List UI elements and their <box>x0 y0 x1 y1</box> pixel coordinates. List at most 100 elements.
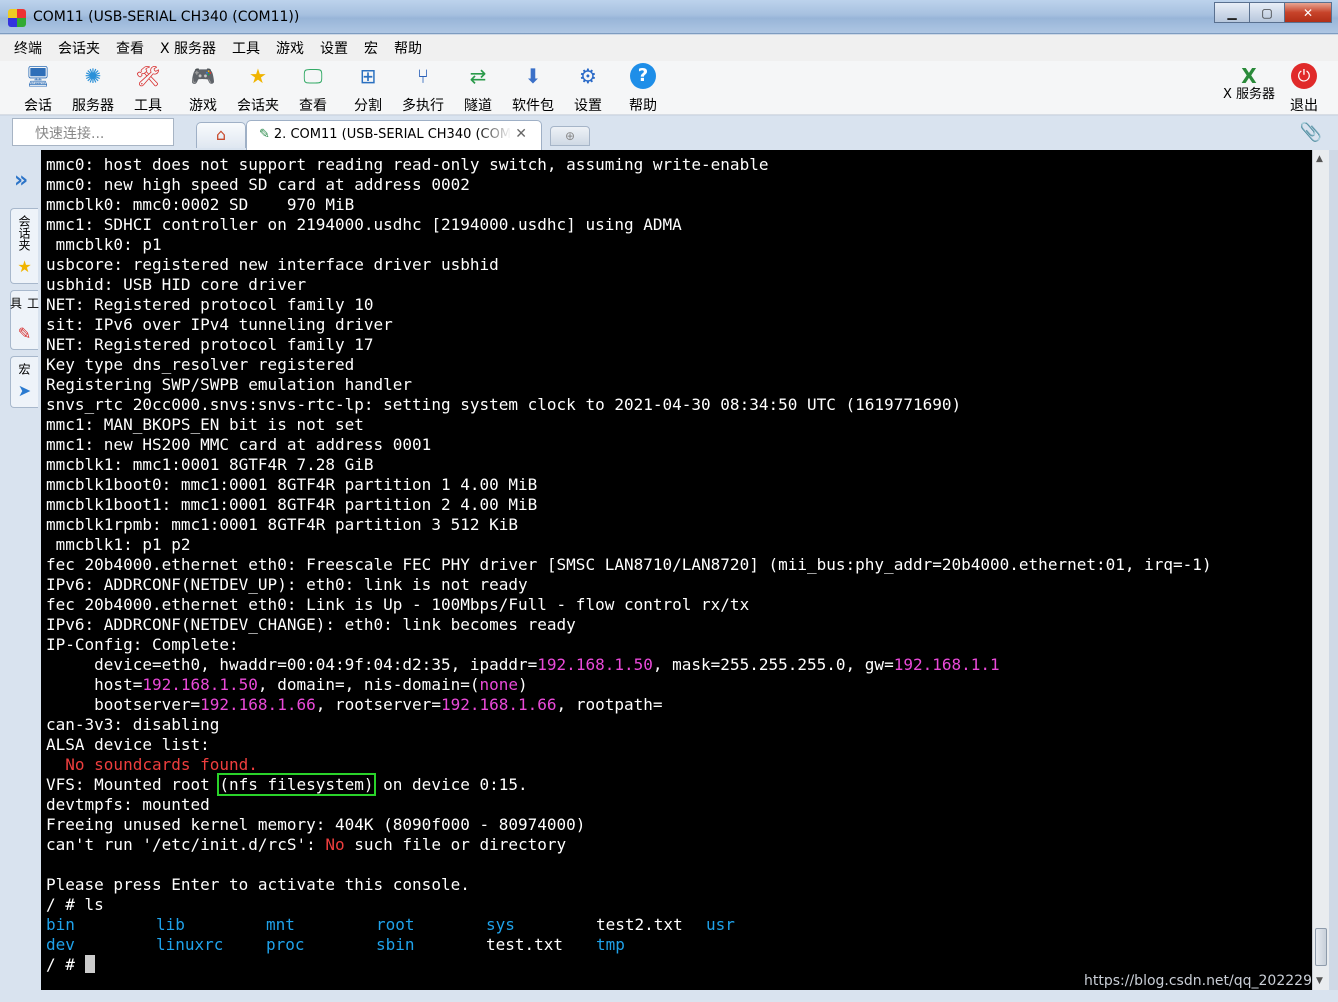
expand-sidebar-icon[interactable]: » <box>14 168 28 193</box>
terminal-line: mmcblk1: p1 p2 <box>46 535 191 554</box>
tools-button[interactable]: 🛠 工具 <box>121 63 175 115</box>
vfs-mount-line: VFS: Mounted root (nfs filesystem) on de… <box>46 773 528 796</box>
terminal-scrollbar[interactable]: ▲ ▼ <box>1312 150 1329 990</box>
menu-games[interactable]: 游戏 <box>276 38 304 58</box>
terminal-line: ALSA device list: <box>46 735 210 754</box>
home-icon: ⌂ <box>215 125 227 144</box>
sidebar-tab-macros[interactable]: 宏 ➤ <box>10 356 38 408</box>
ipconfig-line-2: host=192.168.1.50, domain=, nis-domain=(… <box>46 675 528 694</box>
servers-button[interactable]: ✺ 服务器 <box>66 63 120 115</box>
terminal-line: devtmpfs: mounted <box>46 795 210 814</box>
minimize-button[interactable]: ▁ <box>1214 2 1250 23</box>
menu-view[interactable]: 查看 <box>116 38 144 58</box>
split-icon: ⊞ <box>359 64 377 88</box>
tab-label: 2. COM11 (USB-SERIAL CH340 (COM <box>273 127 512 142</box>
terminal-line: IP-Config: Complete: <box>46 635 239 654</box>
terminal-line: Freeing unused kernel memory: 404K (8090… <box>46 815 586 834</box>
ls-directory-entry: tmp <box>596 935 625 954</box>
ls-directory-entry: dev <box>46 935 75 954</box>
menu-terminal[interactable]: 终端 <box>14 38 42 58</box>
send-icon: ➤ <box>17 381 32 400</box>
view-icon: 🖵 <box>303 64 323 88</box>
terminal-line: mmcblk1: mmc1:0001 8GTF4R 7.28 GiB <box>46 455 374 474</box>
terminal-line: Registering SWP/SWPB emulation handler <box>46 375 413 394</box>
tab-strip: 快速连接... ⌂ ✎ 2. COM11 (USB-SERIAL CH340 (C… <box>0 116 1338 150</box>
menu-settings[interactable]: 设置 <box>320 38 348 58</box>
packages-button[interactable]: ⬇ 软件包 <box>506 63 560 115</box>
rcs-error-line: can't run '/etc/init.d/rcS': No such fil… <box>46 835 567 854</box>
toolbar: 🖥 会话 ✺ 服务器 🛠 工具 🎮 游戏 ★ 会话夹 🖵 查看 ⊞ 分割 ⑂ 多… <box>0 61 1338 115</box>
gear-icon: ⚙ <box>579 64 597 88</box>
terminal-line: mmc1: new HS200 MMC card at address 0001 <box>46 435 432 454</box>
tools-icon: ✎ <box>17 324 32 343</box>
session-button[interactable]: 🖥 会话 <box>11 63 65 115</box>
ls-output-row: bin lib mnt root sys test2.txt usr <box>46 915 1312 935</box>
terminal-line: mmc0: host does not support reading read… <box>46 155 769 174</box>
ls-directory-entry: sys <box>486 915 515 934</box>
menu-macros[interactable]: 宏 <box>364 38 378 58</box>
menu-xserver[interactable]: X 服务器 <box>160 38 216 58</box>
settings-button[interactable]: ⚙ 设置 <box>561 63 615 115</box>
mobaxterm-app-icon[interactable] <box>8 9 26 27</box>
ls-output-row: dev linuxrc proc sbin test.txt tmp <box>46 935 1312 955</box>
view-button[interactable]: 🖵 查看 <box>286 63 340 115</box>
terminal-line: NET: Registered protocol family 17 <box>46 335 374 354</box>
terminal-line: mmcblk1boot0: mmc1:0001 8GTF4R partition… <box>46 475 538 494</box>
status-strip <box>0 990 1338 1002</box>
title-bar: COM11 (USB-SERIAL CH340 (COM11)) ▁ ▢ ✕ <box>0 0 1338 34</box>
activate-console-line: Please press Enter to activate this cons… <box>46 875 470 894</box>
sidebar-tab-tools[interactable]: 工具 ✎ <box>9 290 40 350</box>
terminal-line: mmcblk1rpmb: mmc1:0001 8GTF4R partition … <box>46 515 519 534</box>
close-window-button[interactable]: ✕ <box>1284 2 1332 23</box>
help-button[interactable]: ? 帮助 <box>616 63 670 115</box>
terminal-line: sit: IPv6 over IPv4 tunneling driver <box>46 315 393 334</box>
sidebar-tab-sessions[interactable]: 会话夹 ★ <box>10 208 38 284</box>
sessions-folder-button[interactable]: ★ 会话夹 <box>231 63 285 115</box>
terminal-line: mmcblk0: mmc0:0002 SD 970 MiB <box>46 195 355 214</box>
terminal-line: usbhid: USB HID core driver <box>46 275 307 294</box>
servers-icon: ✺ <box>84 64 102 88</box>
scrollbar-thumb[interactable] <box>1315 928 1327 966</box>
window-title: COM11 (USB-SERIAL CH340 (COM11)) <box>33 9 300 25</box>
plus-icon: ⊕ <box>564 129 576 143</box>
quick-connect-input[interactable]: 快速连接... <box>12 118 174 146</box>
fork-icon: ⑂ <box>417 64 429 88</box>
help-icon: ? <box>630 63 656 89</box>
menu-tools[interactable]: 工具 <box>232 38 260 58</box>
ls-directory-entry: proc <box>266 935 305 954</box>
package-download-icon: ⬇ <box>524 64 542 88</box>
home-tab[interactable]: ⌂ <box>196 122 246 148</box>
maximize-button[interactable]: ▢ <box>1249 2 1285 23</box>
multiexec-button[interactable]: ⑂ 多执行 <box>396 63 450 115</box>
terminal-line: mmc1: SDHCI controller on 2194000.usdhc … <box>46 215 682 234</box>
terminal-line: mmcblk0: p1 <box>46 235 162 254</box>
ls-directory-entry: mnt <box>266 915 295 934</box>
split-button[interactable]: ⊞ 分割 <box>341 63 395 115</box>
scroll-up-arrow-icon[interactable]: ▲ <box>1316 154 1323 164</box>
star-icon: ★ <box>17 257 32 276</box>
scroll-down-arrow-icon[interactable]: ▼ <box>1316 976 1323 986</box>
terminal-output[interactable]: mmc0: host does not support reading read… <box>41 150 1312 990</box>
games-button[interactable]: 🎮 游戏 <box>176 63 230 115</box>
star-icon: ★ <box>249 64 267 88</box>
xserver-button[interactable]: X X 服务器 <box>1222 63 1276 101</box>
exit-button[interactable]: ⏻ 退出 <box>1277 63 1331 115</box>
shell-prompt-line: / # <box>46 955 1312 975</box>
terminal-line: snvs_rtc 20cc000.snvs:snvs-rtc-lp: setti… <box>46 395 962 414</box>
ipconfig-line-1: device=eth0, hwaddr=00:04:9f:04:d2:35, i… <box>46 655 1000 674</box>
no-soundcards-line: No soundcards found. <box>46 755 258 774</box>
monitor-icon: 🖥 <box>25 64 51 88</box>
ls-file-entry: test.txt <box>486 935 564 954</box>
menu-help[interactable]: 帮助 <box>394 38 422 58</box>
menu-sessions[interactable]: 会话夹 <box>58 38 100 58</box>
new-tab-button[interactable]: ⊕ <box>550 126 590 146</box>
tunnel-button[interactable]: ⇄ 隧道 <box>451 63 505 115</box>
terminal-line: IPv6: ADDRCONF(NETDEV_CHANGE): eth0: lin… <box>46 615 576 634</box>
tab-com11-session[interactable]: ✎ 2. COM11 (USB-SERIAL CH340 (COM ✕ <box>246 120 542 150</box>
nfs-filesystem-highlight: (nfs filesystem) <box>217 773 376 796</box>
ls-directory-entry: root <box>376 915 415 934</box>
ls-directory-entry: lib <box>156 915 185 934</box>
close-tab-icon[interactable]: ✕ <box>515 126 527 142</box>
paperclip-icon[interactable]: 📎 <box>1300 122 1322 143</box>
